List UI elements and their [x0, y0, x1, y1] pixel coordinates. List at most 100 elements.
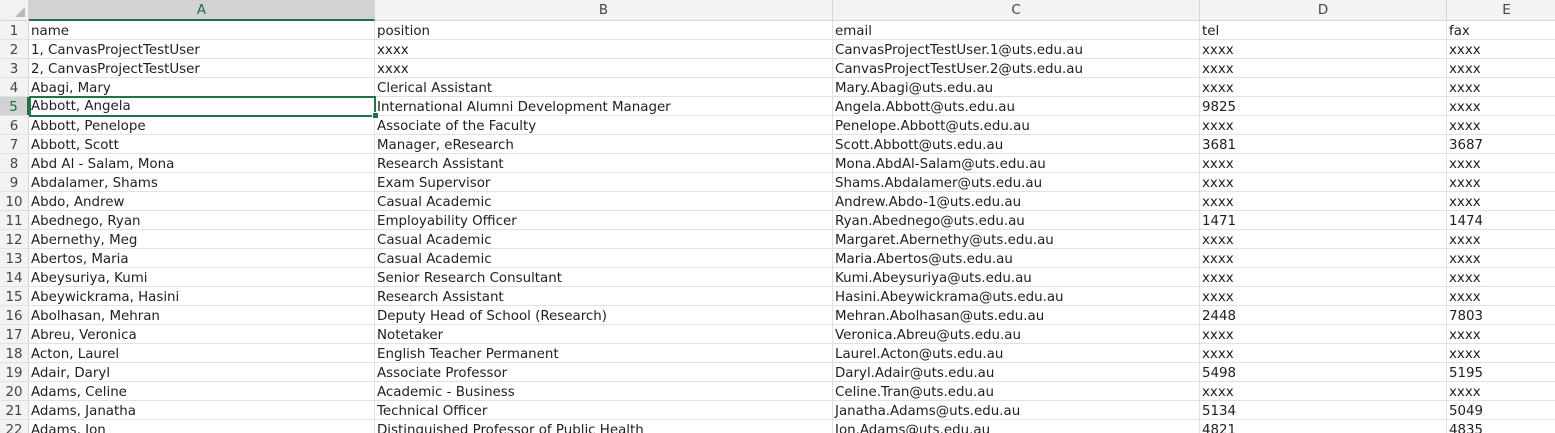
cell-b6[interactable]: Associate of the Faculty	[375, 116, 833, 134]
cell-d9[interactable]: xxxx	[1200, 173, 1447, 191]
cell-e22[interactable]: 4835	[1447, 420, 1555, 433]
cell-c8[interactable]: Mona.AbdAl-Salam@uts.edu.au	[833, 154, 1200, 172]
cell-a12[interactable]: Abernethy, Meg	[29, 230, 375, 248]
cell-b18[interactable]: English Teacher Permanent	[375, 344, 833, 362]
row-header-16[interactable]: 16	[0, 306, 29, 324]
cell-d4[interactable]: xxxx	[1200, 78, 1447, 96]
row-header-8[interactable]: 8	[0, 154, 29, 172]
cell-c2[interactable]: CanvasProjectTestUser.1@uts.edu.au	[833, 40, 1200, 58]
column-header-a[interactable]: A	[29, 0, 375, 21]
cell-b14[interactable]: Senior Research Consultant	[375, 268, 833, 286]
cell-c14[interactable]: Kumi.Abeysuriya@uts.edu.au	[833, 268, 1200, 286]
cell-c5[interactable]: Angela.Abbott@uts.edu.au	[833, 97, 1200, 115]
cell-b5[interactable]: International Alumni Development Manager	[375, 97, 833, 115]
cell-e19[interactable]: 5195	[1447, 363, 1555, 381]
cell-e3[interactable]: xxxx	[1447, 59, 1555, 77]
cell-a19[interactable]: Adair, Daryl	[29, 363, 375, 381]
cell-a6[interactable]: Abbott, Penelope	[29, 116, 375, 134]
cell-d22[interactable]: 4821	[1200, 420, 1447, 433]
cell-e5[interactable]: xxxx	[1447, 97, 1555, 115]
cell-b7[interactable]: Manager, eResearch	[375, 135, 833, 153]
cell-c20[interactable]: Celine.Tran@uts.edu.au	[833, 382, 1200, 400]
cell-d17[interactable]: xxxx	[1200, 325, 1447, 343]
cell-b2[interactable]: xxxx	[375, 40, 833, 58]
row-header-10[interactable]: 10	[0, 192, 29, 210]
cell-b4[interactable]: Clerical Assistant	[375, 78, 833, 96]
cell-c21[interactable]: Janatha.Adams@uts.edu.au	[833, 401, 1200, 419]
cell-b12[interactable]: Casual Academic	[375, 230, 833, 248]
cell-d18[interactable]: xxxx	[1200, 344, 1447, 362]
cell-e13[interactable]: xxxx	[1447, 249, 1555, 267]
cell-a22[interactable]: Adams, Jon	[29, 420, 375, 433]
cell-e4[interactable]: xxxx	[1447, 78, 1555, 96]
cell-d8[interactable]: xxxx	[1200, 154, 1447, 172]
row-header-2[interactable]: 2	[0, 40, 29, 58]
cell-b13[interactable]: Casual Academic	[375, 249, 833, 267]
cell-c6[interactable]: Penelope.Abbott@uts.edu.au	[833, 116, 1200, 134]
cell-e14[interactable]: xxxx	[1447, 268, 1555, 286]
cell-e8[interactable]: xxxx	[1447, 154, 1555, 172]
cell-b15[interactable]: Research Assistant	[375, 287, 833, 305]
cell-d21[interactable]: 5134	[1200, 401, 1447, 419]
cell-b21[interactable]: Technical Officer	[375, 401, 833, 419]
cell-a9[interactable]: Abdalamer, Shams	[29, 173, 375, 191]
cell-a8[interactable]: Abd Al - Salam, Mona	[29, 154, 375, 172]
cell-e18[interactable]: xxxx	[1447, 344, 1555, 362]
cell-e15[interactable]: xxxx	[1447, 287, 1555, 305]
cell-e6[interactable]: xxxx	[1447, 116, 1555, 134]
spreadsheet-grid[interactable]: ABCDE 1 name position email tel fax 2 1, Canvas…	[0, 0, 1555, 433]
cell-b9[interactable]: Exam Supervisor	[375, 173, 833, 191]
cell-a5[interactable]: Abbott, Angela	[29, 96, 376, 117]
cell-e1[interactable]: fax	[1447, 21, 1555, 39]
cell-c3[interactable]: CanvasProjectTestUser.2@uts.edu.au	[833, 59, 1200, 77]
cell-c22[interactable]: Jon.Adams@uts.edu.au	[833, 420, 1200, 433]
cell-b17[interactable]: Notetaker	[375, 325, 833, 343]
cell-c12[interactable]: Margaret.Abernethy@uts.edu.au	[833, 230, 1200, 248]
cell-d3[interactable]: xxxx	[1200, 59, 1447, 77]
row-header-3[interactable]: 3	[0, 59, 29, 77]
row-header-15[interactable]: 15	[0, 287, 29, 305]
cell-d6[interactable]: xxxx	[1200, 116, 1447, 134]
cell-a4[interactable]: Abagi, Mary	[29, 78, 375, 96]
cell-a3[interactable]: 2, CanvasProjectTestUser	[29, 59, 375, 77]
cell-d16[interactable]: 2448	[1200, 306, 1447, 324]
cell-b8[interactable]: Research Assistant	[375, 154, 833, 172]
cell-a11[interactable]: Abednego, Ryan	[29, 211, 375, 229]
cell-b16[interactable]: Deputy Head of School (Research)	[375, 306, 833, 324]
cell-c10[interactable]: Andrew.Abdo-1@uts.edu.au	[833, 192, 1200, 210]
row-header-6[interactable]: 6	[0, 116, 29, 134]
cell-d12[interactable]: xxxx	[1200, 230, 1447, 248]
cell-e21[interactable]: 5049	[1447, 401, 1555, 419]
cell-b19[interactable]: Associate Professor	[375, 363, 833, 381]
cell-a10[interactable]: Abdo, Andrew	[29, 192, 375, 210]
cell-d1[interactable]: tel	[1200, 21, 1447, 39]
cell-c9[interactable]: Shams.Abdalamer@uts.edu.au	[833, 173, 1200, 191]
cell-b20[interactable]: Academic - Business	[375, 382, 833, 400]
cell-a21[interactable]: Adams, Janatha	[29, 401, 375, 419]
cell-c1[interactable]: email	[833, 21, 1200, 39]
row-header-9[interactable]: 9	[0, 173, 29, 191]
cell-d14[interactable]: xxxx	[1200, 268, 1447, 286]
cell-e7[interactable]: 3687	[1447, 135, 1555, 153]
cell-a15[interactable]: Abeywickrama, Hasini	[29, 287, 375, 305]
cell-b11[interactable]: Employability Officer	[375, 211, 833, 229]
row-header-17[interactable]: 17	[0, 325, 29, 343]
cell-c4[interactable]: Mary.Abagi@uts.edu.au	[833, 78, 1200, 96]
row-header-5[interactable]: 5	[0, 97, 29, 115]
cell-d2[interactable]: xxxx	[1200, 40, 1447, 58]
row-header-21[interactable]: 21	[0, 401, 29, 419]
cell-d10[interactable]: xxxx	[1200, 192, 1447, 210]
cell-a1[interactable]: name	[29, 21, 375, 39]
row-header-4[interactable]: 4	[0, 78, 29, 96]
cell-c18[interactable]: Laurel.Acton@uts.edu.au	[833, 344, 1200, 362]
cell-a14[interactable]: Abeysuriya, Kumi	[29, 268, 375, 286]
cell-e11[interactable]: 1474	[1447, 211, 1555, 229]
cell-d13[interactable]: xxxx	[1200, 249, 1447, 267]
column-header-d[interactable]: D	[1200, 0, 1447, 20]
column-header-e[interactable]: E	[1447, 0, 1555, 20]
cell-e17[interactable]: xxxx	[1447, 325, 1555, 343]
cell-b22[interactable]: Distinguished Professor of Public Health	[375, 420, 833, 433]
cell-e2[interactable]: xxxx	[1447, 40, 1555, 58]
cell-e10[interactable]: xxxx	[1447, 192, 1555, 210]
row-header-18[interactable]: 18	[0, 344, 29, 362]
